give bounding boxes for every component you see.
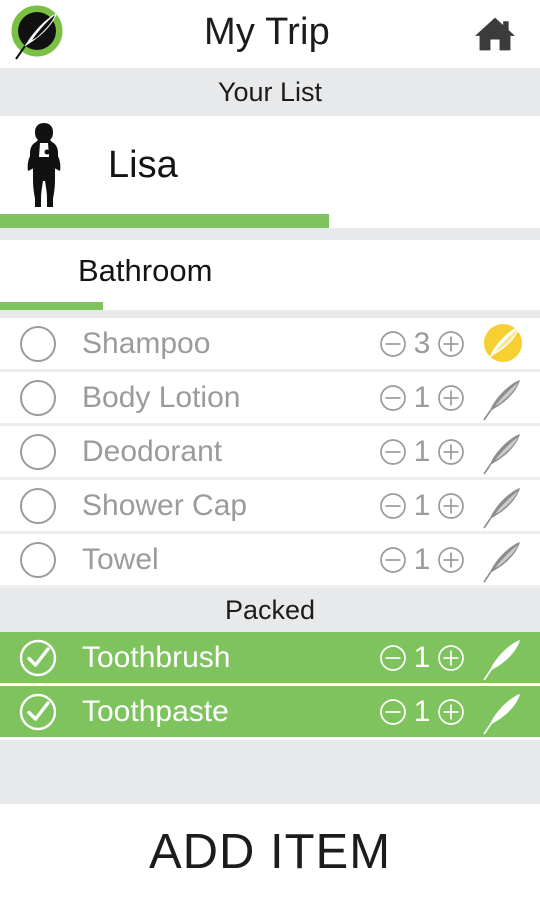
table-row[interactable]: Shampoo 3 [0,318,540,372]
category-row[interactable]: Bathroom [0,240,540,302]
quill-icon[interactable] [480,635,526,681]
table-row[interactable]: Shower Cap 1 [0,480,540,534]
section-gap [0,228,540,240]
item-name: Deodorant [82,434,223,468]
traveler-name: Lisa [108,143,178,186]
list-filler [0,740,540,804]
category-divider [0,310,540,318]
quill-icon[interactable] [480,375,526,421]
quantity-stepper: 1 [378,640,466,674]
circled-plus-icon[interactable] [436,383,466,413]
item-quantity: 1 [413,640,431,674]
table-row[interactable]: Toothpaste 1 [0,686,540,740]
category-progress-fill [0,302,103,310]
circled-plus-icon[interactable] [436,697,466,727]
item-list: Shampoo 3 Body Lotion 1 Deodorant 1 Shower Cap… [0,318,540,588]
circled-minus-icon[interactable] [378,383,408,413]
unchecked-circle-icon[interactable] [18,486,58,526]
page-title: My Trip [204,11,330,53]
quill-icon[interactable] [480,483,526,529]
unchecked-circle-icon[interactable] [18,378,58,418]
circled-plus-icon[interactable] [436,329,466,359]
traveler-progress-fill [0,214,330,228]
home-icon[interactable] [464,9,526,59]
item-name: Shower Cap [82,488,248,522]
item-name: Towel [82,542,159,576]
quantity-stepper: 1 [378,434,466,468]
quill-highlighted-icon[interactable] [480,321,526,367]
item-quantity: 1 [413,542,431,576]
quantity-stepper: 1 [378,694,466,728]
checked-circle-icon[interactable] [18,638,58,678]
item-quantity: 1 [413,380,431,414]
item-name: Shampoo [82,326,211,360]
quill-icon[interactable] [480,537,526,583]
circled-minus-icon[interactable] [378,491,408,521]
quill-icon[interactable] [480,689,526,735]
item-quantity: 1 [413,434,431,468]
circled-minus-icon[interactable] [378,545,408,575]
table-row[interactable]: Body Lotion 1 [0,372,540,426]
unchecked-circle-icon[interactable] [18,324,58,364]
item-quantity: 1 [413,694,431,728]
circled-minus-icon[interactable] [378,697,408,727]
app-root: My Trip Your List Lisa Bathroom Shampoo … [0,0,540,900]
item-name: Toothpaste [82,694,229,728]
circled-plus-icon[interactable] [436,643,466,673]
add-item-button[interactable]: ADD ITEM [0,804,540,900]
quantity-stepper: 1 [378,488,466,522]
table-row[interactable]: Toothbrush 1 [0,632,540,686]
checked-circle-icon[interactable] [18,692,58,732]
item-quantity: 1 [413,488,431,522]
item-name: Toothbrush [82,640,231,674]
circled-plus-icon[interactable] [436,437,466,467]
packed-item-list: Toothbrush 1 Toothpaste 1 [0,632,540,740]
quill-circle-logo-icon[interactable] [8,5,70,63]
traveler-row[interactable]: Lisa [0,116,540,214]
unchecked-circle-icon[interactable] [18,432,58,472]
category-name: Bathroom [78,253,213,288]
circled-plus-icon[interactable] [436,491,466,521]
person-silhouette-icon [18,121,70,209]
traveler-progress-bar [0,214,540,228]
add-item-label: ADD ITEM [148,825,392,879]
circled-plus-icon[interactable] [436,545,466,575]
packed-header: Packed [0,588,540,632]
packed-label: Packed [224,594,316,625]
circled-minus-icon[interactable] [378,437,408,467]
circled-minus-icon[interactable] [378,329,408,359]
table-row[interactable]: Towel 1 [0,534,540,588]
top-bar: My Trip [0,0,540,68]
table-row[interactable]: Deodorant 1 [0,426,540,480]
quantity-stepper: 1 [378,542,466,576]
quantity-stepper: 1 [378,380,466,414]
your-list-header: Your List [0,68,540,116]
quantity-stepper: 3 [378,326,466,360]
quill-icon[interactable] [480,429,526,475]
your-list-label: Your List [217,76,323,107]
circled-minus-icon[interactable] [378,643,408,673]
category-progress-bar [0,302,540,310]
item-quantity: 3 [413,326,431,360]
unchecked-circle-icon[interactable] [18,540,58,580]
item-name: Body Lotion [82,380,241,414]
